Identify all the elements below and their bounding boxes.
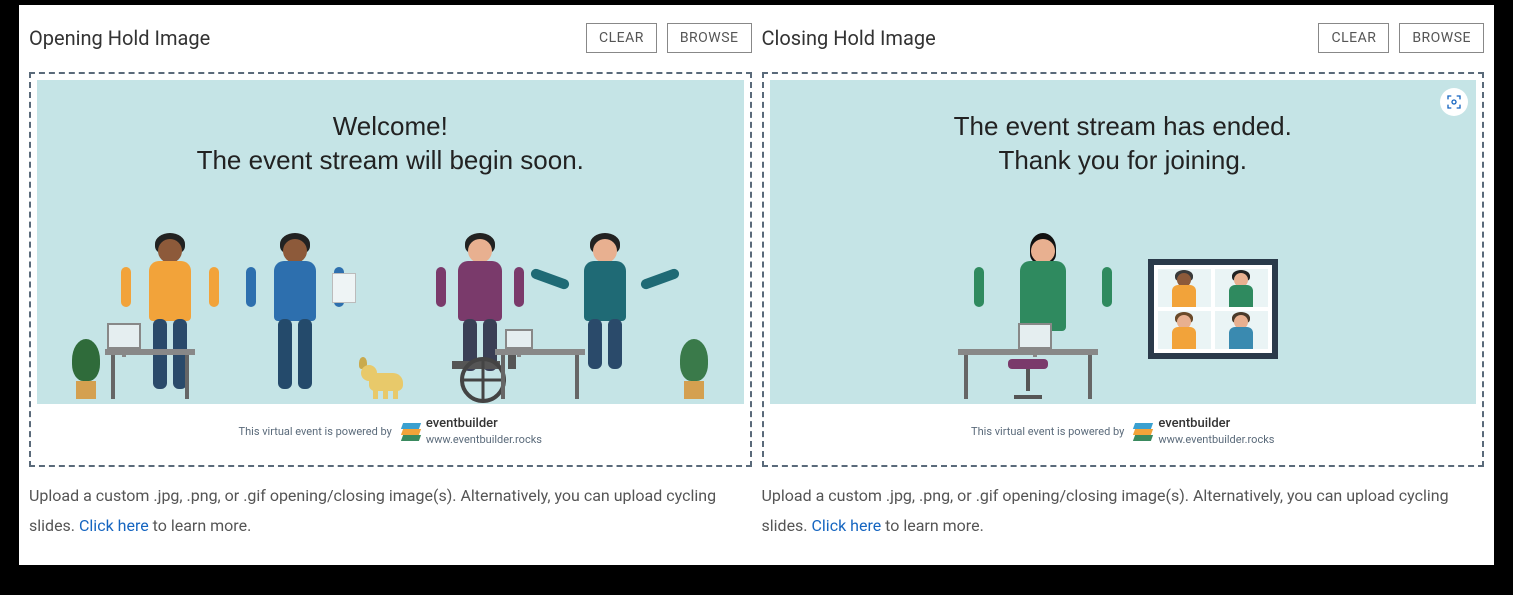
- person-seated-back-icon: [968, 239, 1118, 399]
- eventbuilder-logo: eventbuilder www.eventbuilder.rocks: [402, 416, 542, 447]
- opening-title: Opening Hold Image: [29, 26, 210, 50]
- opening-learn-more-link[interactable]: Click here: [79, 516, 149, 535]
- person-seated-laptop-icon: [545, 239, 665, 399]
- eventbuilder-logo-icon: [1134, 423, 1152, 441]
- closing-clear-button[interactable]: CLEAR: [1318, 23, 1389, 53]
- footer-brand-text: eventbuilder: [426, 416, 498, 433]
- footer-powered-text: This virtual event is powered by: [971, 425, 1124, 438]
- eventbuilder-logo: eventbuilder www.eventbuilder.rocks: [1134, 416, 1274, 447]
- plant-icon: [680, 339, 708, 399]
- closing-preview-text: The event stream has ended. Thank you fo…: [954, 110, 1292, 178]
- closing-helper-text: Upload a custom .jpg, .png, or .gif open…: [762, 481, 1485, 542]
- guide-dog-icon: [365, 359, 415, 399]
- footer-brand-text: eventbuilder: [1158, 416, 1230, 433]
- closing-preview-image: The event stream has ended. Thank you fo…: [770, 80, 1477, 459]
- closing-preview-footer: This virtual event is powered by eventbu…: [770, 404, 1477, 459]
- closing-browse-button[interactable]: BROWSE: [1399, 23, 1484, 53]
- opening-panel-header: Opening Hold Image CLEAR BROWSE: [29, 20, 752, 56]
- closing-illustration: [770, 239, 1477, 399]
- opening-preview-footer: This virtual event is powered by eventbu…: [37, 404, 744, 459]
- footer-url-text: www.eventbuilder.rocks: [1158, 433, 1274, 447]
- opening-hold-panel: Opening Hold Image CLEAR BROWSE Welcome!…: [19, 20, 752, 565]
- closing-hold-panel: Closing Hold Image CLEAR BROWSE The even…: [762, 20, 1495, 565]
- opening-dropzone[interactable]: Welcome! The event stream will begin soo…: [29, 72, 752, 467]
- opening-preview-image: Welcome! The event stream will begin soo…: [37, 80, 744, 459]
- closing-preview-line1: The event stream has ended.: [954, 110, 1292, 144]
- plant-icon: [72, 339, 100, 399]
- opening-helper-post: to learn more.: [149, 516, 252, 535]
- person-standing-desk-icon: [115, 239, 225, 399]
- opening-buttons: CLEAR BROWSE: [586, 23, 752, 53]
- opening-browse-button[interactable]: BROWSE: [667, 23, 752, 53]
- opening-preview-text: Welcome! The event stream will begin soo…: [197, 110, 584, 178]
- footer-url-text: www.eventbuilder.rocks: [426, 433, 542, 447]
- video-grid-icon: [1148, 259, 1278, 359]
- eventbuilder-logo-icon: [402, 423, 420, 441]
- closing-preview-line2: Thank you for joining.: [954, 144, 1292, 178]
- opening-illustration: [37, 239, 744, 399]
- expand-preview-icon[interactable]: [1440, 88, 1468, 116]
- opening-helper-text: Upload a custom .jpg, .png, or .gif open…: [29, 481, 752, 542]
- closing-learn-more-link[interactable]: Click here: [812, 516, 882, 535]
- opening-preview-line1: Welcome!: [197, 110, 584, 144]
- footer-powered-text: This virtual event is powered by: [239, 425, 392, 438]
- closing-title: Closing Hold Image: [762, 26, 936, 50]
- closing-helper-post: to learn more.: [881, 516, 984, 535]
- opening-clear-button[interactable]: CLEAR: [586, 23, 657, 53]
- opening-preview-line2: The event stream will begin soon.: [197, 144, 584, 178]
- closing-dropzone[interactable]: The event stream has ended. Thank you fo…: [762, 72, 1485, 467]
- hold-image-settings: Opening Hold Image CLEAR BROWSE Welcome!…: [19, 5, 1494, 565]
- closing-panel-header: Closing Hold Image CLEAR BROWSE: [762, 20, 1485, 56]
- person-standing-tablet-icon: [240, 239, 350, 399]
- closing-buttons: CLEAR BROWSE: [1318, 23, 1484, 53]
